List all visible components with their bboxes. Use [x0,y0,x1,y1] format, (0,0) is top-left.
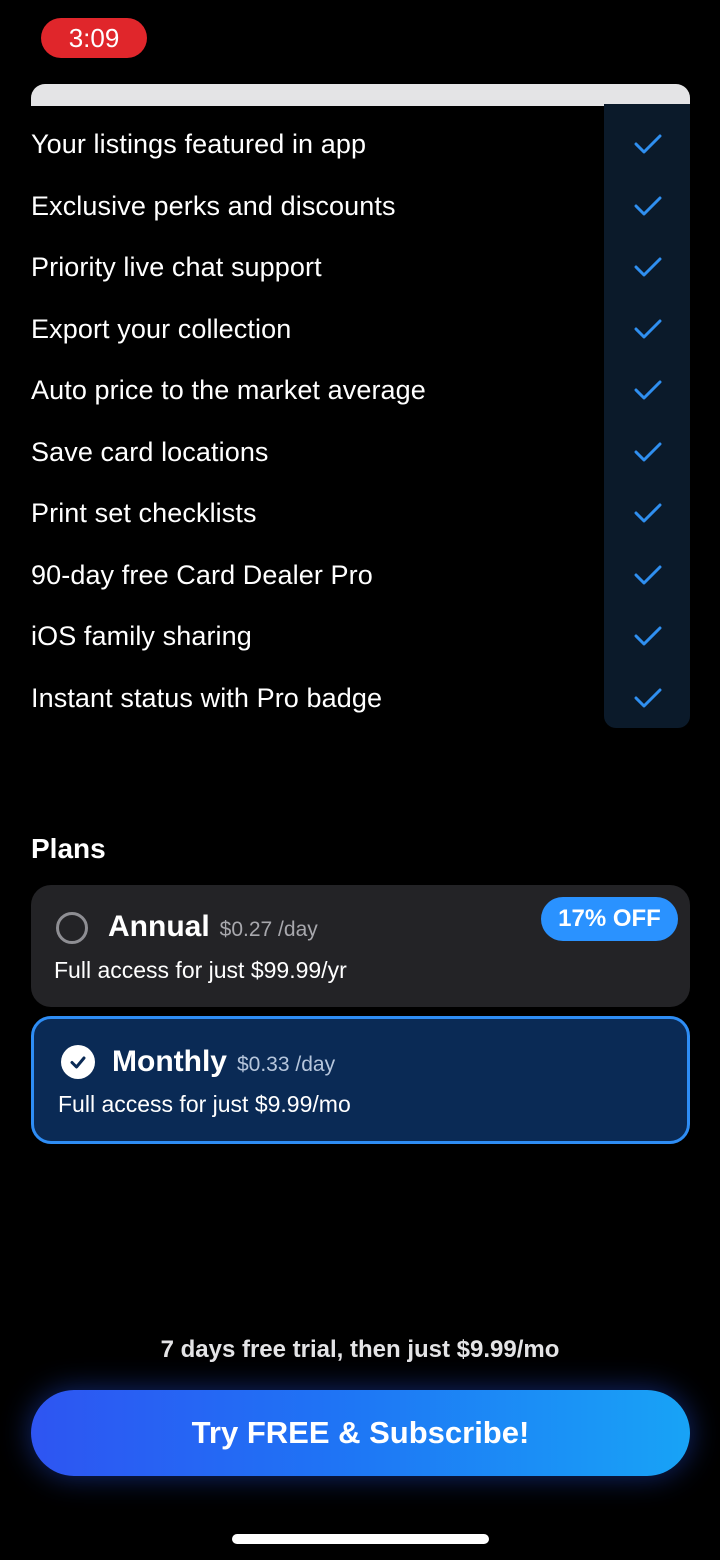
checkmark-icon [634,319,662,339]
trial-terms-text: 7 days free trial, then just $9.99/mo [160,1336,560,1363]
feature-label: 90-day free Card Dealer Pro [31,559,373,590]
subscribe-button[interactable]: Try FREE & Subscribe! [31,1390,690,1476]
plan-per-day-price: $0.33 /day [236,1053,336,1076]
checkmark-icon [634,626,662,646]
feature-row: iOS family sharing [31,605,690,667]
feature-row: Exclusive perks and discounts [31,175,690,237]
checkmark-icon [70,1056,86,1069]
feature-row: Instant status with Pro badge [31,667,690,729]
plans-heading: Plans [31,833,106,864]
feature-row: Print set checklists [31,482,690,544]
feature-label: Save card locations [31,436,269,467]
feature-label: iOS family sharing [31,620,252,651]
feature-label: Instant status with Pro badge [31,682,383,713]
plan-option-annual[interactable]: Annual $0.27 /day Full access for just $… [31,885,690,1007]
feature-label: Priority live chat support [31,251,322,282]
feature-row: Auto price to the market average [31,359,690,421]
feature-row: Export your collection [31,298,690,360]
radio-selected-icon[interactable] [61,1045,95,1079]
checkmark-icon [634,196,662,216]
checkmark-icon [634,134,662,154]
plan-title-line: Monthly $0.33 /day [112,1045,335,1079]
feature-label: Print set checklists [31,497,257,528]
radio-unselected-icon[interactable] [56,912,88,944]
feature-label: Exclusive perks and discounts [31,190,396,221]
home-indicator[interactable] [232,1534,489,1544]
feature-label: Export your collection [31,313,292,344]
feature-row: 90-day free Card Dealer Pro [31,544,690,606]
plan-option-monthly[interactable]: Monthly $0.33 /day Full access for just … [31,1016,690,1144]
checkmark-icon [634,380,662,400]
checkmark-icon [634,503,662,523]
checkmark-icon [634,688,662,708]
plan-description: Full access for just $9.99/mo [58,1091,351,1117]
feature-row: Priority live chat support [31,236,690,298]
checkmark-icon [634,442,662,462]
plan-per-day-price: $0.27 /day [219,918,318,941]
feature-row: Save card locations [31,421,690,483]
discount-badge: 17% OFF [541,897,678,941]
plan-title-line: Annual $0.27 /day [108,910,318,944]
plan-name: Annual [108,910,210,943]
feature-table-header [31,84,690,106]
status-time: 3:09 [41,18,147,58]
checkmark-icon [634,565,662,585]
checkmark-icon [634,257,662,277]
plan-description: Full access for just $99.99/yr [54,957,347,983]
feature-row: Your listings featured in app [31,113,690,175]
feature-label: Auto price to the market average [31,374,426,405]
feature-label: Your listings featured in app [31,128,367,159]
plan-name: Monthly [112,1045,227,1078]
